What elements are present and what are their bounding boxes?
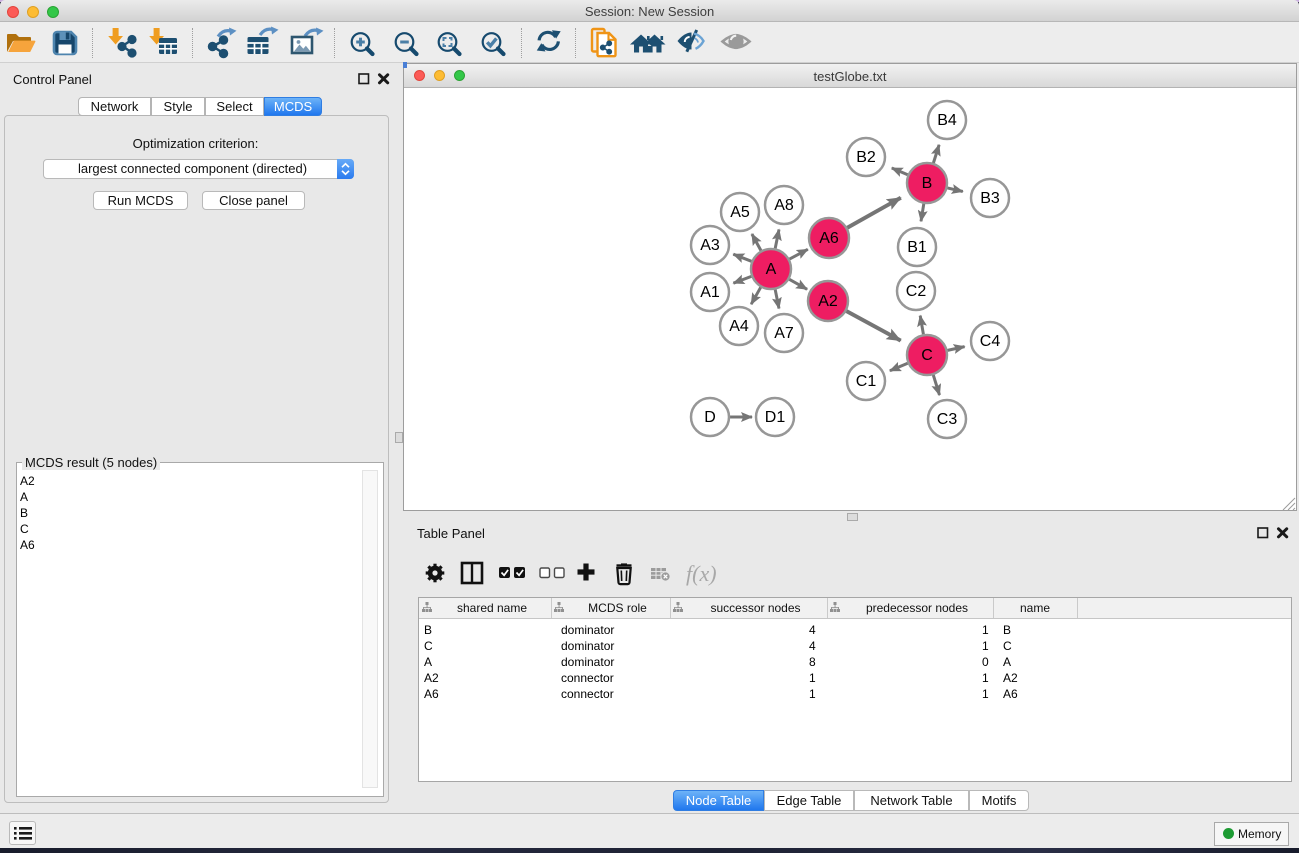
- svg-text:C3: C3: [937, 411, 958, 428]
- svg-text:A7: A7: [774, 325, 794, 342]
- svg-text:D: D: [704, 409, 716, 426]
- svg-text:B2: B2: [856, 149, 876, 166]
- svg-text:A3: A3: [700, 237, 720, 254]
- svg-text:A1: A1: [700, 284, 720, 301]
- svg-text:B3: B3: [980, 190, 1000, 207]
- svg-text:C2: C2: [906, 283, 927, 300]
- svg-text:A: A: [766, 261, 777, 278]
- svg-text:C1: C1: [856, 373, 877, 390]
- svg-text:A4: A4: [729, 318, 749, 335]
- svg-text:A8: A8: [774, 197, 794, 214]
- svg-text:B1: B1: [907, 239, 927, 256]
- svg-text:A2: A2: [818, 293, 838, 310]
- svg-text:A5: A5: [730, 204, 750, 221]
- svg-text:C: C: [921, 347, 933, 364]
- svg-text:B: B: [922, 175, 933, 192]
- svg-text:B4: B4: [937, 112, 957, 129]
- svg-text:f(x): f(x): [686, 561, 717, 586]
- svg-text:C4: C4: [980, 333, 1001, 350]
- svg-text:A6: A6: [819, 230, 839, 247]
- svg-text:D1: D1: [765, 409, 786, 426]
